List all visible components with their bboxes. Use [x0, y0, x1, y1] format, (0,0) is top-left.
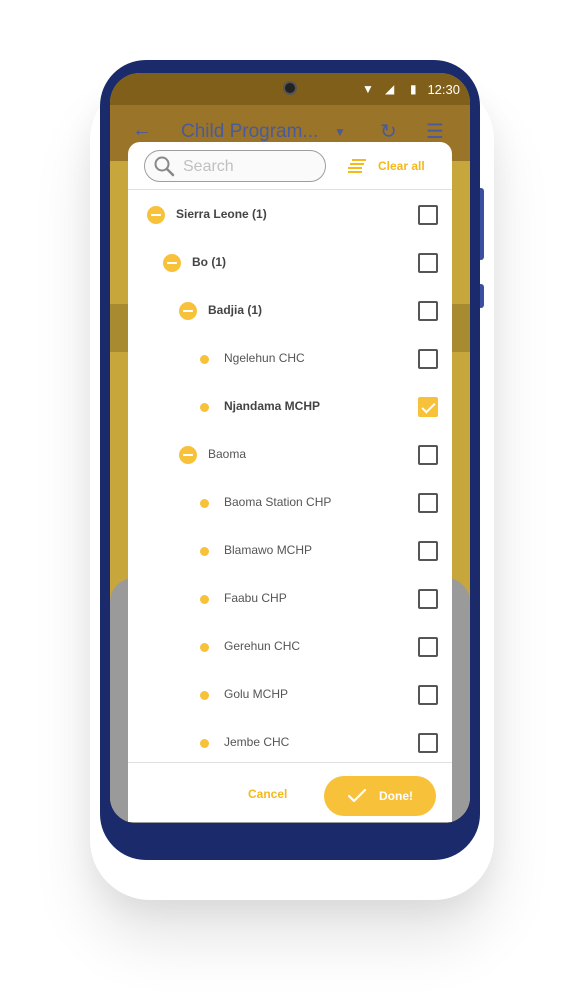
clear-list-icon [348, 159, 366, 173]
tree-row[interactable]: Badjia (1) [128, 287, 452, 335]
camera-icon [283, 81, 297, 95]
check-icon [347, 788, 367, 803]
leaf-dot-icon [200, 643, 209, 652]
battery-icon: ▮ [410, 82, 417, 96]
org-unit-dialog: Clear all Sierra Leone (1) Bo (1) Badjia (… [128, 142, 452, 822]
filter-icon[interactable]: ☰ [426, 119, 444, 144]
leaf-dot-icon [200, 691, 209, 700]
tree-row-checkbox[interactable] [418, 541, 438, 561]
status-time: 12:30 [427, 82, 460, 97]
tree-row-checkbox[interactable] [418, 493, 438, 513]
tree-row[interactable]: Golu MCHP [128, 671, 452, 719]
tree-row[interactable]: Njandama MCHP [128, 383, 452, 431]
tree-row-checkbox[interactable] [418, 685, 438, 705]
dropdown-arrow-icon[interactable]: ▼ [334, 125, 346, 139]
dialog-header: Clear all [128, 142, 452, 190]
search-box[interactable] [144, 150, 326, 182]
tree-row-checkbox[interactable] [418, 733, 438, 753]
leaf-dot-icon [200, 547, 209, 556]
tree-row[interactable]: Blamawo MCHP [128, 527, 452, 575]
dialog-footer: Cancel Done! [128, 762, 452, 822]
tree-row-checkbox[interactable] [418, 301, 438, 321]
leaf-dot-icon [200, 355, 209, 364]
tree-row[interactable]: Jembe CHC [128, 719, 452, 761]
tree-row[interactable]: Baoma Station CHP [128, 479, 452, 527]
org-unit-tree: Sierra Leone (1) Bo (1) Badjia (1) Ngelehun… [128, 191, 452, 761]
tree-row-checkbox[interactable] [418, 349, 438, 369]
tree-row-label: Faabu CHP [224, 591, 287, 605]
done-label: Done! [379, 789, 413, 803]
sync-icon[interactable]: ↻ [380, 119, 397, 144]
tree-row-checkbox[interactable] [418, 253, 438, 273]
tree-row-checkbox[interactable] [418, 637, 438, 657]
leaf-dot-icon [200, 739, 209, 748]
clear-all-button[interactable]: Clear all [348, 156, 425, 176]
tree-row-label: Baoma [208, 447, 247, 461]
tree-row-label: Badjia (1) [208, 303, 263, 317]
power-button [480, 284, 484, 308]
tree-row-label: Ngelehun CHC [224, 351, 305, 365]
tree-row[interactable]: Gerehun CHC [128, 623, 452, 671]
app-title: Child Program... [181, 121, 319, 142]
tree-row-label: Golu MCHP [224, 687, 289, 701]
tree-row-label: Baoma Station CHP [224, 495, 332, 509]
volume-button [480, 188, 484, 260]
tree-row-checkbox[interactable] [418, 445, 438, 465]
leaf-dot-icon [200, 595, 209, 604]
back-arrow-icon[interactable]: ← [132, 119, 152, 142]
search-input[interactable] [183, 155, 319, 179]
leaf-dot-icon [200, 403, 209, 412]
leaf-dot-icon [200, 499, 209, 508]
tree-row-label: Gerehun CHC [224, 639, 301, 653]
clear-all-label: Clear all [378, 159, 425, 173]
tree-row[interactable]: Faabu CHP [128, 575, 452, 623]
collapse-icon[interactable] [179, 446, 197, 464]
tree-row[interactable]: Sierra Leone (1) [128, 191, 452, 239]
tree-row-checkbox[interactable] [418, 397, 438, 417]
wifi-icon: ▼ [362, 82, 374, 96]
tree-row-label: Njandama MCHP [224, 399, 321, 413]
collapse-icon[interactable] [179, 302, 197, 320]
collapse-icon[interactable] [163, 254, 181, 272]
tree-row[interactable]: Bo (1) [128, 239, 452, 287]
tree-row[interactable]: Baoma [128, 431, 452, 479]
tree-row-label: Bo (1) [192, 255, 226, 269]
collapse-icon[interactable] [147, 206, 165, 224]
cancel-button[interactable]: Cancel [248, 787, 287, 801]
tree-row-label: Jembe CHC [224, 735, 290, 749]
tree-row-checkbox[interactable] [418, 589, 438, 609]
tree-row[interactable]: Ngelehun CHC [128, 335, 452, 383]
tree-row-label: Blamawo MCHP [224, 543, 313, 557]
done-button[interactable]: Done! [324, 776, 436, 816]
search-icon [154, 156, 175, 177]
tree-row-label: Sierra Leone (1) [176, 207, 267, 221]
tree-row-checkbox[interactable] [418, 205, 438, 225]
signal-icon: ◢ [385, 82, 395, 96]
status-bar: ▼ ◢ ▮ 12:30 [110, 73, 470, 105]
